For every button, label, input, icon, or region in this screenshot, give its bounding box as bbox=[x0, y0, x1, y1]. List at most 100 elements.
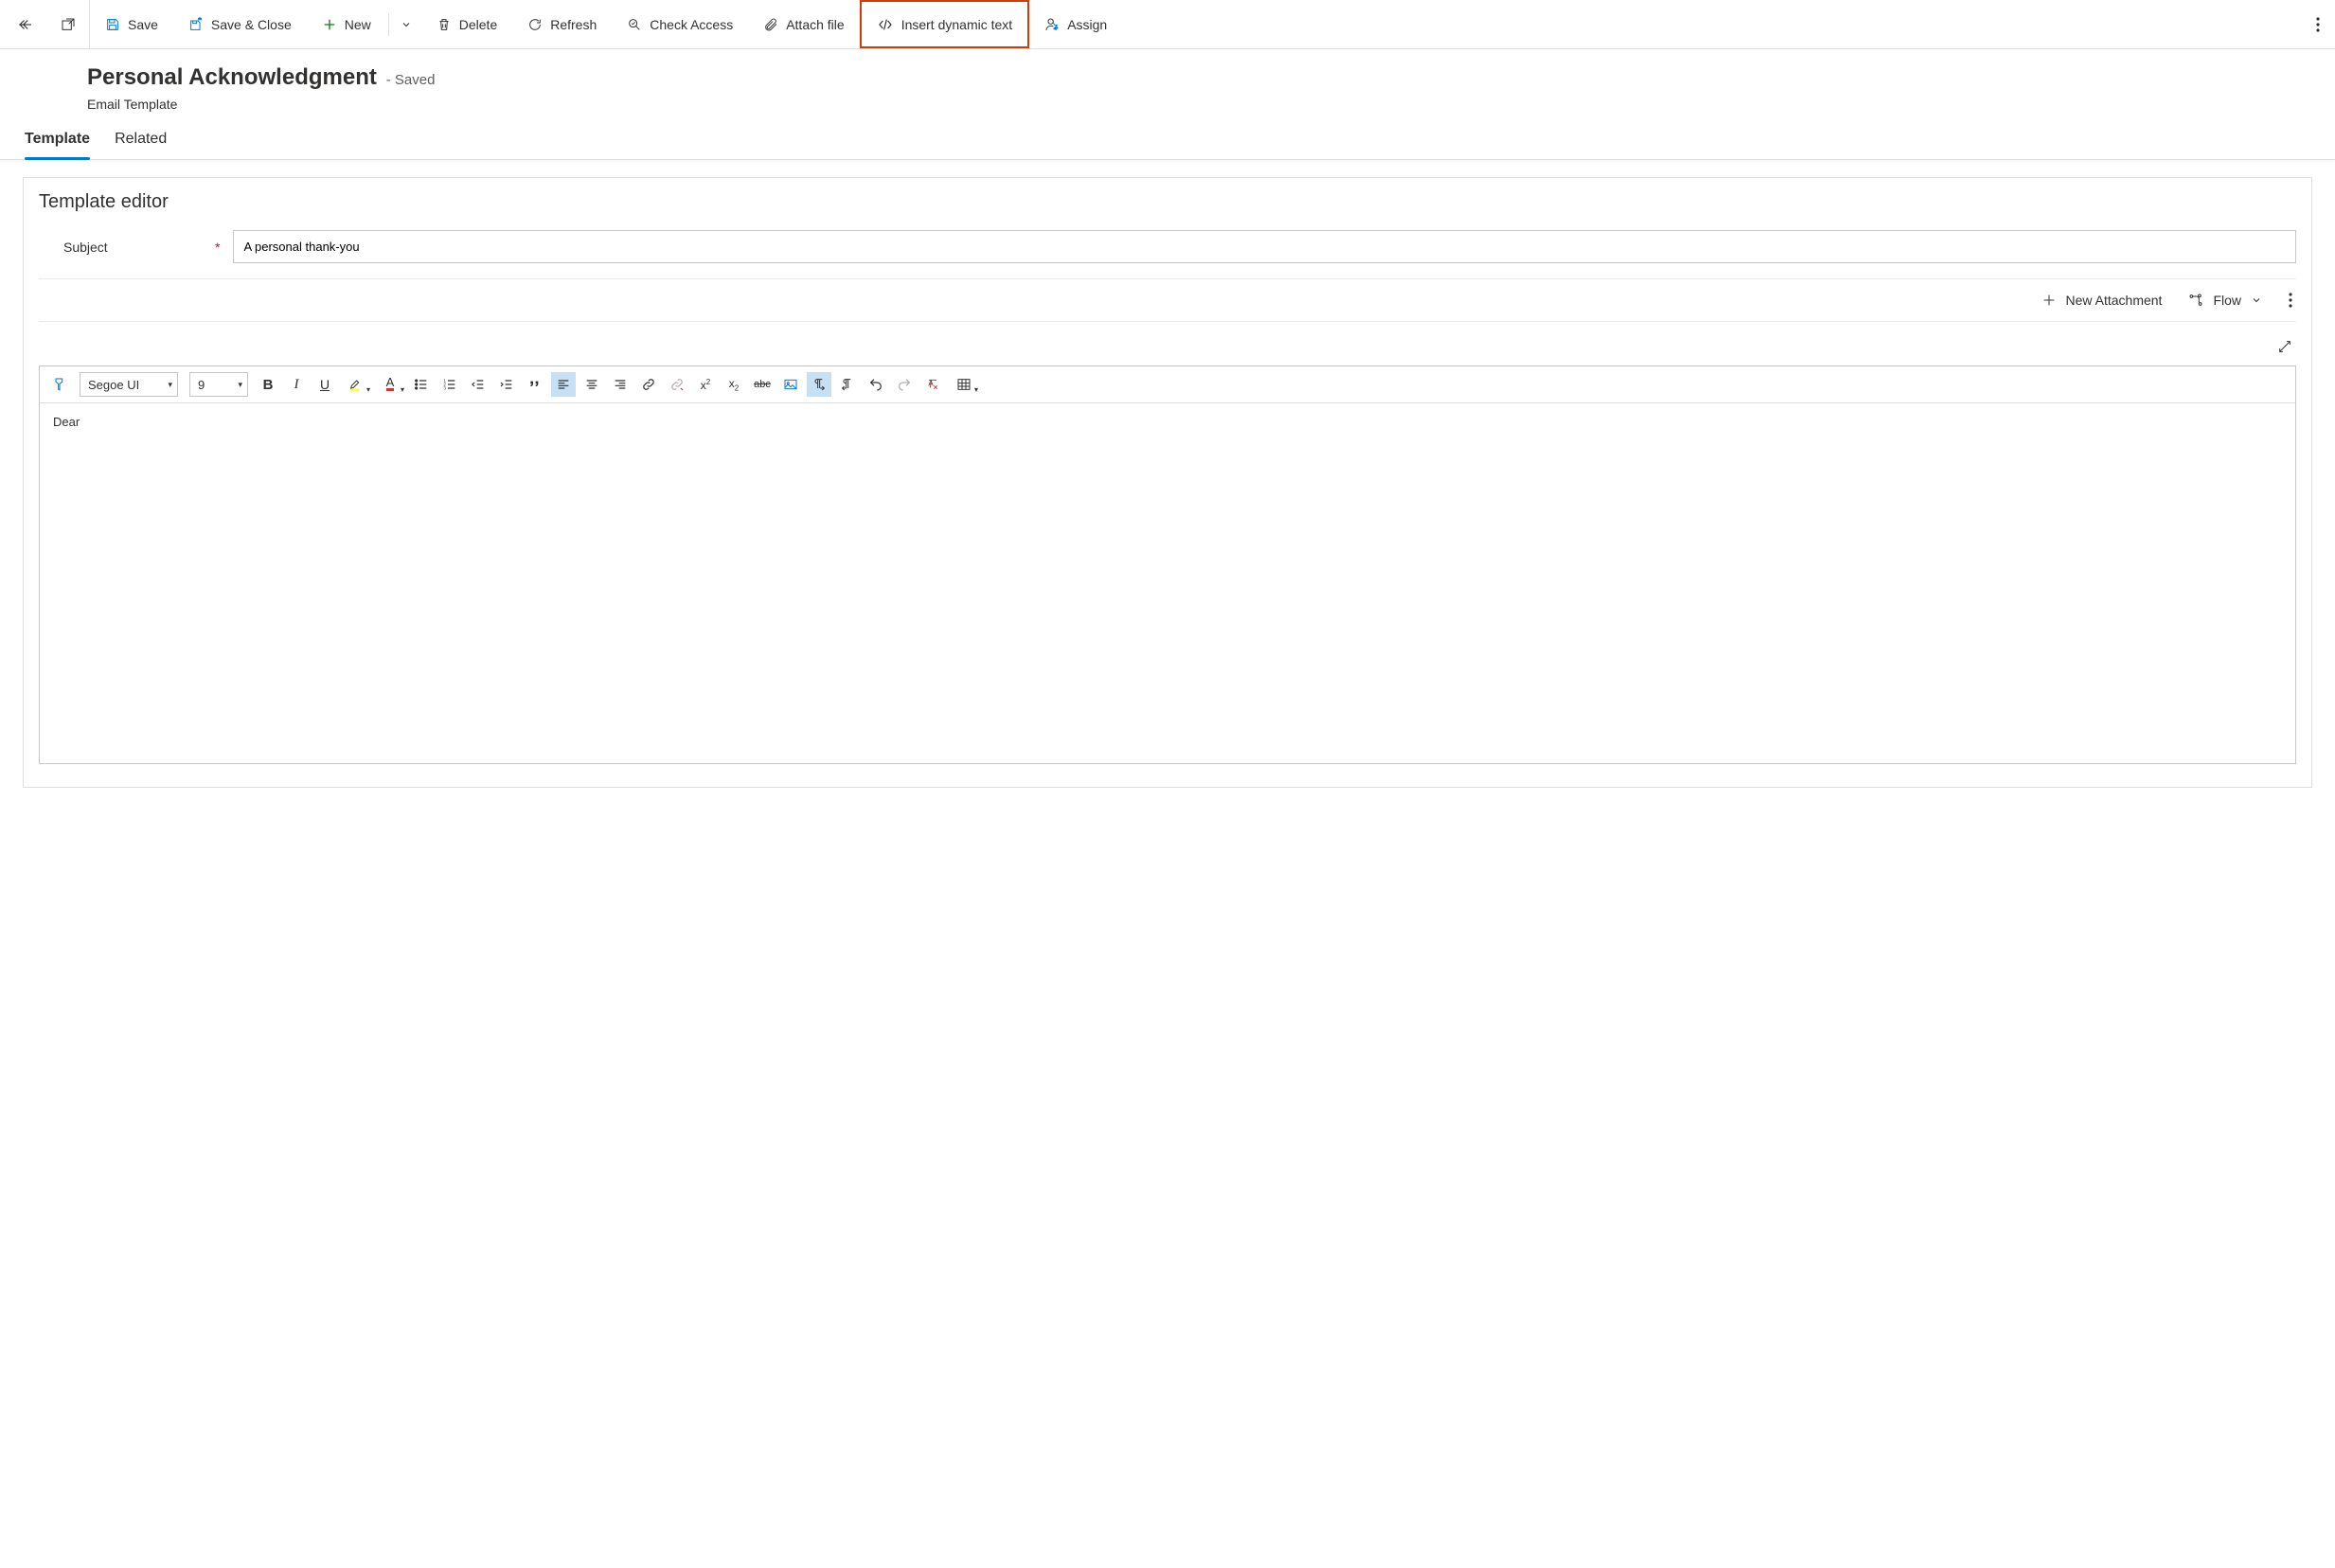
font-family-value: Segoe UI bbox=[88, 378, 139, 392]
subscript-button[interactable]: x2 bbox=[722, 372, 746, 397]
font-family-select[interactable]: Segoe UI ▾ bbox=[80, 372, 178, 397]
new-label: New bbox=[345, 17, 371, 32]
highlight-color-button[interactable]: ▾ bbox=[341, 372, 371, 397]
required-indicator: * bbox=[215, 240, 220, 255]
delete-button[interactable]: Delete bbox=[421, 0, 512, 48]
assign-button[interactable]: Assign bbox=[1029, 0, 1122, 48]
subject-row: Subject * bbox=[39, 226, 2296, 279]
link-button[interactable] bbox=[636, 372, 661, 397]
indent-icon bbox=[499, 377, 514, 392]
new-attachment-button[interactable]: New Attachment bbox=[2041, 293, 2163, 308]
font-color-button[interactable]: A ▾ bbox=[375, 372, 405, 397]
attachment-bar: New Attachment Flow bbox=[39, 279, 2296, 322]
format-painter-icon bbox=[52, 377, 67, 392]
blockquote-button[interactable] bbox=[523, 372, 547, 397]
link-icon bbox=[641, 377, 656, 392]
attachment-more-button[interactable] bbox=[2289, 293, 2292, 308]
insert-image-button[interactable] bbox=[778, 372, 803, 397]
editor-body[interactable]: Dear bbox=[40, 403, 2295, 763]
font-size-value: 9 bbox=[198, 378, 205, 392]
back-button[interactable] bbox=[4, 0, 47, 48]
table-button[interactable]: ▾ bbox=[949, 372, 979, 397]
check-access-label: Check Access bbox=[650, 17, 733, 32]
save-button[interactable]: Save bbox=[90, 0, 173, 48]
check-access-button[interactable]: Check Access bbox=[612, 0, 748, 48]
tab-related[interactable]: Related bbox=[115, 121, 167, 159]
align-center-button[interactable] bbox=[579, 372, 604, 397]
flow-icon bbox=[2188, 293, 2203, 308]
paperclip-icon bbox=[763, 17, 778, 32]
new-button[interactable]: New bbox=[307, 0, 386, 48]
back-arrow-icon bbox=[17, 16, 34, 33]
unlink-button[interactable] bbox=[665, 372, 689, 397]
italic-button[interactable]: I bbox=[284, 372, 309, 397]
nav-controls bbox=[4, 0, 90, 48]
rich-text-editor: Segoe UI ▾ 9 ▾ B I U ▾ A ▾ bbox=[39, 365, 2296, 764]
undo-button[interactable] bbox=[864, 372, 888, 397]
editor-body-text: Dear bbox=[53, 415, 80, 429]
undo-icon bbox=[868, 377, 883, 392]
tab-template[interactable]: Template bbox=[25, 121, 90, 159]
strikethrough-button[interactable]: abc bbox=[750, 372, 775, 397]
bullet-list-button[interactable] bbox=[409, 372, 434, 397]
font-size-select[interactable]: 9 ▾ bbox=[189, 372, 248, 397]
attach-file-button[interactable]: Attach file bbox=[748, 0, 859, 48]
rtl-icon bbox=[840, 377, 855, 392]
image-icon bbox=[783, 377, 798, 392]
subject-input[interactable] bbox=[233, 230, 2296, 263]
insert-dynamic-text-label: Insert dynamic text bbox=[901, 17, 1013, 32]
entity-name: Email Template bbox=[87, 97, 2316, 112]
outdent-icon bbox=[471, 377, 486, 392]
align-left-button[interactable] bbox=[551, 372, 576, 397]
popout-button[interactable] bbox=[47, 0, 89, 48]
assign-label: Assign bbox=[1067, 17, 1107, 32]
save-icon bbox=[105, 17, 120, 32]
refresh-icon bbox=[527, 17, 543, 32]
delete-label: Delete bbox=[459, 17, 497, 32]
save-status: - Saved bbox=[386, 72, 436, 88]
align-right-button[interactable] bbox=[608, 372, 633, 397]
flow-label: Flow bbox=[2213, 293, 2241, 308]
expand-row bbox=[39, 322, 2296, 360]
insert-dynamic-text-button[interactable]: Insert dynamic text bbox=[860, 0, 1030, 48]
bold-button[interactable]: B bbox=[256, 372, 280, 397]
subject-label: Subject bbox=[63, 240, 215, 255]
new-attachment-label: New Attachment bbox=[2066, 293, 2163, 308]
more-commands-button[interactable] bbox=[2305, 0, 2331, 48]
clear-formatting-button[interactable]: A bbox=[920, 372, 945, 397]
rte-toolbar: Segoe UI ▾ 9 ▾ B I U ▾ A ▾ bbox=[40, 366, 2295, 403]
save-close-icon bbox=[188, 17, 204, 32]
number-list-button[interactable]: 123 bbox=[437, 372, 462, 397]
assign-icon bbox=[1044, 17, 1060, 32]
template-editor-panel: Template editor Subject * New Attachment… bbox=[23, 177, 2312, 788]
superscript-button[interactable]: x2 bbox=[693, 372, 718, 397]
save-close-button[interactable]: Save & Close bbox=[173, 0, 307, 48]
redo-icon bbox=[897, 377, 912, 392]
ltr-button[interactable] bbox=[807, 372, 831, 397]
plus-icon bbox=[322, 17, 337, 32]
decrease-indent-button[interactable] bbox=[466, 372, 490, 397]
expand-editor-button[interactable] bbox=[2277, 339, 2292, 354]
rtl-button[interactable] bbox=[835, 372, 860, 397]
ltr-icon bbox=[811, 377, 827, 392]
clear-format-icon: A bbox=[925, 377, 940, 392]
save-close-label: Save & Close bbox=[211, 17, 292, 32]
new-dropdown[interactable] bbox=[391, 0, 421, 48]
attach-file-label: Attach file bbox=[786, 17, 844, 32]
svg-text:A: A bbox=[928, 379, 934, 387]
refresh-button[interactable]: Refresh bbox=[512, 0, 612, 48]
unlink-icon bbox=[669, 377, 685, 392]
align-center-icon bbox=[584, 377, 599, 392]
quote-icon bbox=[527, 377, 543, 392]
format-painter-button[interactable] bbox=[47, 372, 72, 397]
more-vertical-icon bbox=[2289, 293, 2292, 308]
flow-button[interactable]: Flow bbox=[2188, 293, 2262, 308]
expand-icon bbox=[2277, 339, 2292, 354]
redo-button[interactable] bbox=[892, 372, 917, 397]
chevron-down-icon bbox=[2251, 294, 2262, 306]
caret-icon: ▾ bbox=[238, 380, 242, 390]
main-content: Template editor Subject * New Attachment… bbox=[0, 160, 2335, 811]
underline-button[interactable]: U bbox=[312, 372, 337, 397]
align-right-icon bbox=[613, 377, 628, 392]
increase-indent-button[interactable] bbox=[494, 372, 519, 397]
